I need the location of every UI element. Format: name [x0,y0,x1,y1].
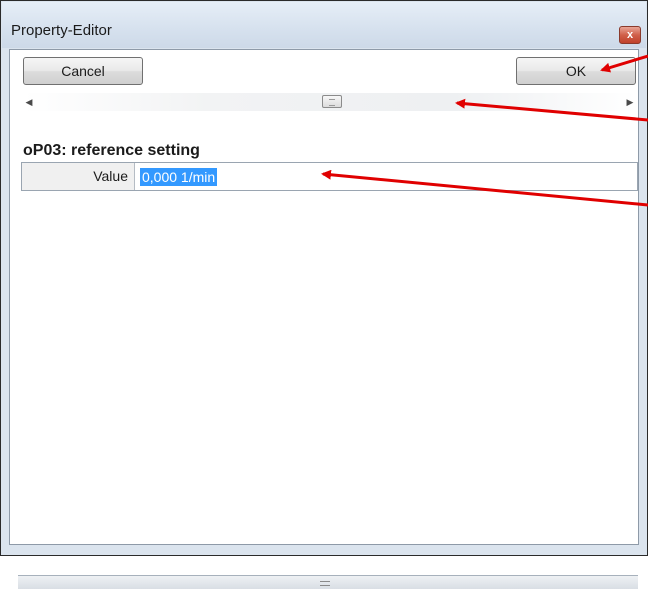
property-label: Value [22,163,135,190]
value-input[interactable]: 0,000 1/min [140,168,218,186]
cancel-button[interactable]: Cancel [23,57,143,85]
close-icon: x [626,29,634,41]
horizontal-scrollbar[interactable]: ◀ ▶ [23,93,636,111]
title-bar[interactable]: Property-Editor x [2,2,646,48]
section-title: oP03: reference setting [23,142,200,159]
resize-bar[interactable] [18,575,638,589]
scroll-left-arrow-icon[interactable]: ◀ [23,95,35,109]
window-title: Property-Editor [11,22,112,39]
scroll-thumb[interactable] [322,95,342,108]
property-editor-window: Property-Editor x Cancel OK ◀ ▶ oP03: re… [0,0,648,589]
ok-button[interactable]: OK [516,57,636,85]
editor-client-area: Cancel OK ◀ ▶ oP03: reference setting Va… [9,49,639,589]
property-row[interactable]: Value 0,000 1/min [21,162,638,191]
scroll-right-arrow-icon[interactable]: ▶ [624,95,636,109]
grip-icon[interactable] [320,581,330,586]
close-button[interactable]: x [619,26,641,44]
